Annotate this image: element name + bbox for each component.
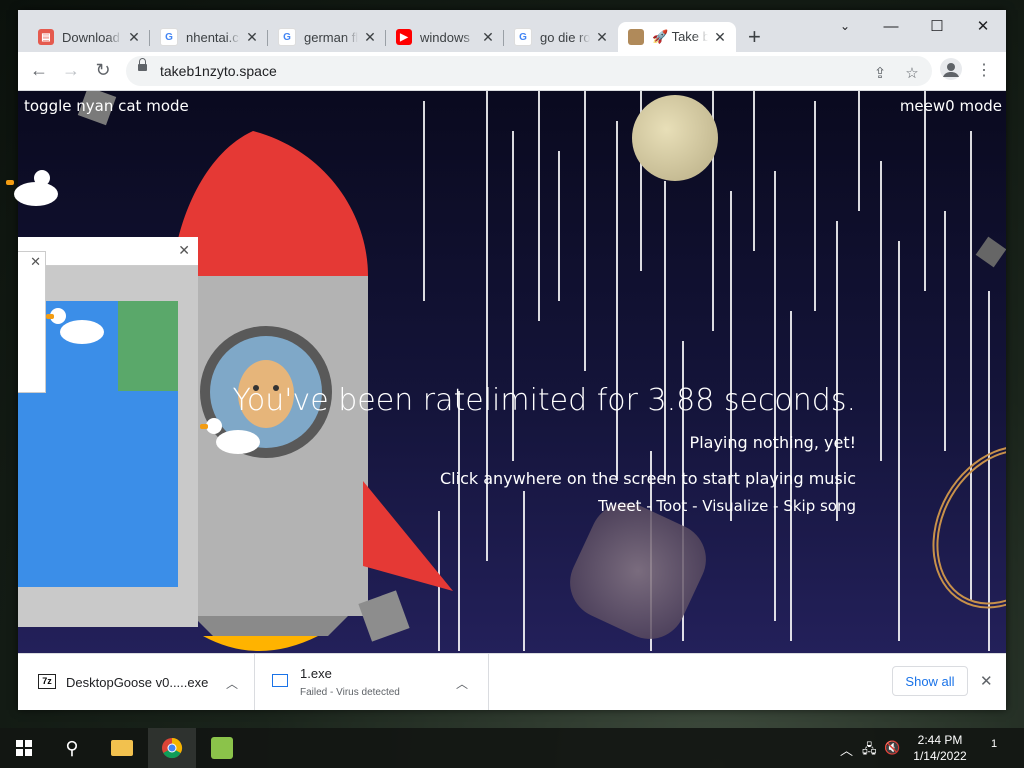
- notification-center-icon[interactable]: 1: [984, 738, 1004, 758]
- satellite-image: [975, 236, 1006, 268]
- network-icon[interactable]: 🖧: [862, 740, 877, 762]
- tab-go-die[interactable]: G go die rov ✕: [504, 22, 618, 52]
- tab-title: windows: [420, 29, 470, 45]
- link-separator: -: [692, 497, 698, 515]
- floating-photo-image: [558, 491, 718, 651]
- link-separator: -: [646, 497, 652, 515]
- action-links: Tweet - Toot - Visualize - Skip song: [598, 497, 856, 515]
- profile-avatar-icon[interactable]: [940, 58, 962, 80]
- address-bar[interactable]: takeb1nzyto.space ⇪ ☆: [126, 56, 932, 86]
- app-green-icon[interactable]: [198, 728, 246, 768]
- notification-count: 1: [990, 738, 998, 750]
- youtube-favicon: ▶: [396, 29, 412, 45]
- chrome-taskbar-icon[interactable]: [148, 728, 196, 768]
- goose-small-window[interactable]: ✕: [18, 251, 46, 393]
- click-hint-text: Click anywhere on the screen to start pl…: [440, 469, 856, 488]
- downloads-bar: 7z DesktopGoose v0.....exe ︿ 1.exe Faile…: [18, 653, 1006, 710]
- google-favicon: G: [278, 28, 296, 46]
- tab-title: 🚀 Take b: [652, 29, 708, 44]
- reload-icon[interactable]: ↻: [92, 60, 114, 81]
- visualize-link[interactable]: Visualize: [702, 497, 768, 515]
- skip-song-link[interactable]: Skip song: [783, 497, 856, 515]
- goose-sprite[interactable]: [200, 418, 270, 468]
- tab-nhentai[interactable]: G nhentai.cc ✕: [150, 22, 268, 52]
- clock[interactable]: 2:44 PM 1/14/2022: [910, 732, 970, 764]
- clock-date: 1/14/2022: [913, 749, 967, 763]
- new-tab-icon[interactable]: +: [748, 24, 761, 50]
- clock-time: 2:44 PM: [917, 733, 963, 747]
- chrome-window: ▤ Download ✕ G nhentai.cc ✕ G german fl …: [18, 10, 1006, 710]
- close-icon[interactable]: ✕: [362, 29, 378, 46]
- lock-icon: [138, 58, 147, 71]
- share-icon[interactable]: ⇪: [870, 64, 890, 82]
- show-all-button[interactable]: Show all: [892, 666, 968, 696]
- google-favicon: G: [160, 28, 178, 46]
- tab-title: go die rov: [540, 29, 590, 45]
- moon-face-image: [632, 95, 718, 181]
- url-text[interactable]: takeb1nzyto.space: [160, 63, 277, 79]
- meew0-mode-link[interactable]: meew0 mode: [900, 97, 1002, 115]
- back-icon[interactable]: ←: [28, 60, 50, 81]
- tab-german-flag[interactable]: G german fl ✕: [268, 22, 386, 52]
- google-favicon: G: [514, 28, 532, 46]
- page-content[interactable]: toggle nyan cat mode meew0 mode You've b…: [18, 91, 1006, 653]
- ring-planet-image: [903, 419, 1006, 635]
- toot-link[interactable]: Toot: [656, 497, 687, 515]
- close-icon[interactable]: ✕: [244, 29, 260, 46]
- file-explorer-icon[interactable]: [98, 728, 146, 768]
- tab-strip: ▤ Download ✕ G nhentai.cc ✕ G german fl …: [18, 10, 1006, 52]
- close-icon[interactable]: ✕: [126, 29, 142, 46]
- download-status: Failed - Virus detected: [300, 687, 400, 698]
- toggle-nyan-cat-link[interactable]: toggle nyan cat mode: [24, 97, 189, 115]
- tab-download[interactable]: ▤ Download ✕: [28, 22, 150, 52]
- close-icon[interactable]: ✕: [594, 29, 610, 46]
- ratelimit-headline: You've been ratelimited for 3.88 seconds…: [232, 383, 856, 418]
- chevron-up-icon[interactable]: ︿: [456, 675, 468, 692]
- chevron-up-icon[interactable]: ︿: [226, 675, 238, 692]
- download-favicon: ▤: [38, 29, 54, 45]
- download-filename: DesktopGoose v0.....exe: [66, 675, 209, 690]
- menu-kebab-icon[interactable]: ⋮: [974, 60, 994, 80]
- close-icon[interactable]: ✕: [178, 242, 190, 259]
- windows-taskbar: ⚲ ︿ 🖧 🔇 2:44 PM 1/14/2022 1: [0, 728, 1024, 768]
- exe-file-icon: [272, 674, 288, 687]
- volume-muted-icon[interactable]: 🔇: [884, 740, 900, 756]
- forward-icon[interactable]: →: [60, 60, 82, 81]
- close-icon[interactable]: ✕: [480, 29, 496, 46]
- tweet-link[interactable]: Tweet: [598, 497, 641, 515]
- close-icon[interactable]: ✕: [30, 254, 41, 270]
- now-playing-text: Playing nothing, yet!: [689, 433, 856, 452]
- window-close-icon[interactable]: ✕: [960, 10, 1006, 42]
- cat-favicon: [628, 29, 644, 45]
- minimize-icon[interactable]: —: [868, 10, 914, 42]
- bookmark-star-icon[interactable]: ☆: [902, 64, 922, 82]
- close-icon[interactable]: ✕: [712, 29, 728, 46]
- windows-start-icon[interactable]: [0, 728, 48, 768]
- maximize-icon[interactable]: ☐: [914, 10, 960, 42]
- tab-title: nhentai.cc: [186, 29, 240, 45]
- 7zip-icon: 7z: [38, 674, 56, 689]
- goose-sprite[interactable]: [0, 162, 70, 212]
- tab-title: Download: [62, 29, 120, 45]
- close-downloads-icon[interactable]: ✕: [980, 672, 993, 690]
- chevron-up-icon[interactable]: ︿: [840, 740, 853, 759]
- tab-youtube-windows[interactable]: ▶ windows ✕: [386, 22, 504, 52]
- download-item[interactable]: 7z DesktopGoose v0.....exe ︿: [18, 654, 255, 710]
- download-item[interactable]: 1.exe Failed - Virus detected ︿: [254, 654, 489, 710]
- goose-sprite[interactable]: [46, 306, 116, 356]
- download-filename: 1.exe: [300, 666, 332, 681]
- browser-toolbar: ← → ↻ takeb1nzyto.space ⇪ ☆ ⋮: [18, 52, 1006, 91]
- tab-title: german fl: [304, 29, 358, 45]
- search-icon[interactable]: ⚲: [48, 728, 96, 768]
- link-separator: -: [773, 497, 779, 515]
- tab-search-chevron-icon[interactable]: ⌄: [822, 10, 868, 42]
- tab-takeb1nzyto[interactable]: 🚀 Take b ✕: [618, 22, 736, 52]
